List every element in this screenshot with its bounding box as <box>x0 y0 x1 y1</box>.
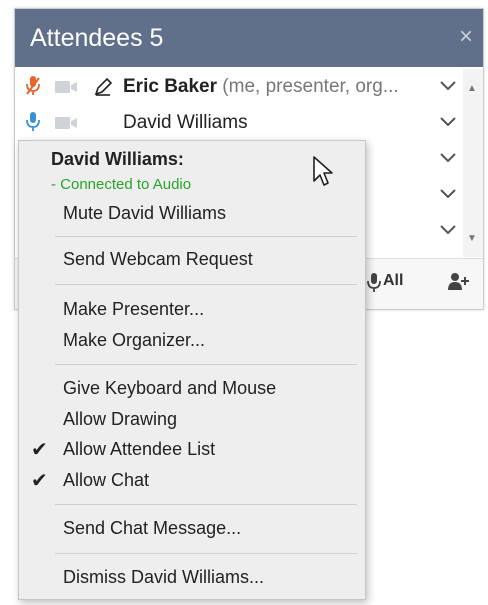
microphone-muted-icon[interactable] <box>25 75 41 97</box>
attendee-row-david-williams[interactable]: David Williams <box>15 105 461 139</box>
menu-divider <box>55 284 357 285</box>
menu-divider <box>55 504 357 505</box>
give-keyboard-mouse-item[interactable]: Give Keyboard and Mouse <box>63 378 276 399</box>
menu-header: David Williams: <box>51 149 184 169</box>
chevron-down-icon[interactable] <box>437 218 459 240</box>
attendee-role: (me, presenter, org... <box>222 76 399 97</box>
chevron-down-icon[interactable] <box>437 110 459 132</box>
mute-attendee-item[interactable]: Mute David Williams <box>63 203 226 224</box>
send-webcam-request-item[interactable]: Send Webcam Request <box>63 249 253 270</box>
microphone-icon <box>367 273 381 292</box>
scrollbar[interactable]: ▲ ▼ <box>463 69 483 257</box>
menu-divider <box>55 364 357 365</box>
allow-chat-item[interactable]: Allow Chat <box>63 470 149 491</box>
allow-drawing-item[interactable]: Allow Drawing <box>63 409 177 430</box>
menu-divider <box>55 236 357 237</box>
scroll-down-icon[interactable]: ▼ <box>467 233 477 244</box>
chevron-down-icon[interactable] <box>437 146 459 168</box>
mute-all-button[interactable]: All <box>383 272 403 290</box>
checkmark-icon: ✔ <box>31 439 48 461</box>
menu-divider <box>55 553 357 554</box>
panel-titlebar: Attendees 5 × <box>15 9 483 67</box>
attendee-row-eric-baker[interactable]: Eric Baker (me, presenter, org... <box>15 69 461 103</box>
microphone-icon[interactable] <box>25 111 41 133</box>
webcam-icon[interactable] <box>55 116 79 130</box>
attendee-name-text: Eric Baker <box>123 76 218 97</box>
make-organizer-item[interactable]: Make Organizer... <box>63 330 205 351</box>
attendee-name: David Williams <box>123 112 248 133</box>
checkmark-icon: ✔ <box>31 470 48 492</box>
allow-attendee-list-item[interactable]: Allow Attendee List <box>63 439 215 460</box>
panel-title: Attendees 5 <box>30 24 164 52</box>
attendee-name: Eric Baker (me, presenter, org... <box>123 76 399 98</box>
send-chat-message-item[interactable]: Send Chat Message... <box>63 518 241 539</box>
audio-status: - Connected to Audio <box>51 176 192 193</box>
chevron-down-icon[interactable] <box>437 182 459 204</box>
close-icon[interactable]: × <box>459 23 473 51</box>
mouse-pointer-icon <box>313 156 333 186</box>
chevron-down-icon[interactable] <box>437 74 459 96</box>
attendee-context-menu: David Williams: - Connected to Audio Mut… <box>18 140 366 600</box>
make-presenter-item[interactable]: Make Presenter... <box>63 299 204 320</box>
add-user-icon[interactable] <box>447 271 469 293</box>
webcam-icon[interactable] <box>55 80 79 94</box>
scroll-up-icon[interactable]: ▲ <box>467 83 477 94</box>
dismiss-attendee-item[interactable]: Dismiss David Williams... <box>63 567 264 588</box>
presenter-pen-icon <box>94 77 113 96</box>
